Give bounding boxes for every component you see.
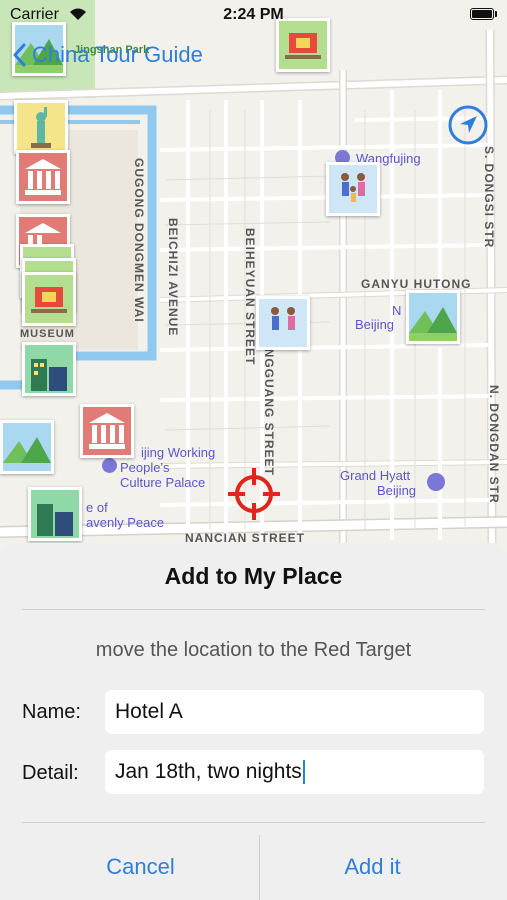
poi-heavenly-2[interactable]: avenly Peace (86, 515, 164, 530)
back-button[interactable]: China Tour Guide (12, 42, 203, 68)
museum-building-tile-icon[interactable] (80, 404, 134, 458)
family-walking-tile-icon[interactable] (326, 162, 380, 216)
street-label-s-dongsi: S. DONGSI STR (482, 146, 496, 249)
poi-n: N (392, 303, 402, 318)
poi-working-people-2[interactable]: People's (120, 460, 169, 475)
detail-field[interactable]: Jan 18th, two nights (105, 750, 484, 794)
hotel-pin-icon[interactable] (427, 473, 445, 491)
museum-building-tile-icon[interactable] (16, 150, 70, 204)
street-label-beiheyuan: BEIHEYUAN STREET (243, 228, 257, 366)
map-view[interactable]: GUGONG DONGMEN WAI BEICHIZI AVENUE BEIHE… (0, 0, 507, 545)
red-target-icon[interactable] (226, 466, 282, 522)
divider (22, 822, 485, 823)
statue-of-liberty-tile-icon[interactable] (14, 100, 68, 154)
street-label-hengguang: HENGGUANG STREET (262, 330, 276, 477)
city-buildings-tile-icon[interactable] (28, 487, 82, 541)
add-it-button[interactable]: Add it (260, 835, 485, 899)
chevron-left-icon (13, 43, 26, 67)
detail-label: Detail: (22, 762, 79, 784)
poi-working-people-3[interactable]: Culture Palace (120, 475, 205, 490)
name-label: Name: (22, 701, 81, 723)
add-place-sheet: Add to My Place move the location to the… (0, 543, 507, 900)
city-buildings-tile-icon[interactable] (22, 342, 76, 396)
working-people-pin-icon[interactable] (102, 458, 117, 473)
landscape-tile-icon[interactable] (406, 290, 460, 344)
battery-icon (470, 8, 494, 20)
museum-label: MUSEUM (20, 328, 75, 340)
poi-grand-hyatt-1[interactable]: Grand Hyatt (340, 468, 410, 483)
back-button-label: China Tour Guide (32, 42, 203, 67)
street-label-beichizi: BEICHIZI AVENUE (166, 218, 180, 337)
landscape-tile-icon[interactable] (0, 420, 54, 474)
poi-working-people-1[interactable]: ijing Working (141, 445, 215, 460)
current-location-icon[interactable] (448, 105, 488, 145)
detail-field-text: Jan 18th, two nights (115, 760, 302, 783)
text-caret (302, 760, 305, 785)
sheet-hint: move the location to the Red Target (95, 639, 412, 661)
name-field[interactable]: Hotel A (105, 690, 484, 734)
family-walking-tile-icon[interactable] (256, 296, 310, 350)
cancel-button[interactable]: Cancel (22, 835, 259, 899)
battery-tip (495, 11, 497, 17)
poi-beijing[interactable]: Beijing (355, 317, 394, 332)
divider (22, 609, 485, 610)
street-label-gugong: GUGONG DONGMEN WAI (132, 158, 146, 323)
sheet-title: Add to My Place (164, 563, 343, 589)
street-label-ganyu: GANYU HUTONG (361, 277, 472, 291)
museum-exhibit-tile-icon[interactable] (22, 272, 76, 326)
street-label-n-dongdan: N. DONGDAN STR (487, 385, 501, 504)
status-bar: Carrier 2:24 PM (0, 0, 507, 30)
poi-heavenly-1[interactable]: e of (86, 500, 108, 515)
poi-grand-hyatt-2[interactable]: Beijing (377, 483, 416, 498)
status-time: 2:24 PM (223, 6, 284, 23)
